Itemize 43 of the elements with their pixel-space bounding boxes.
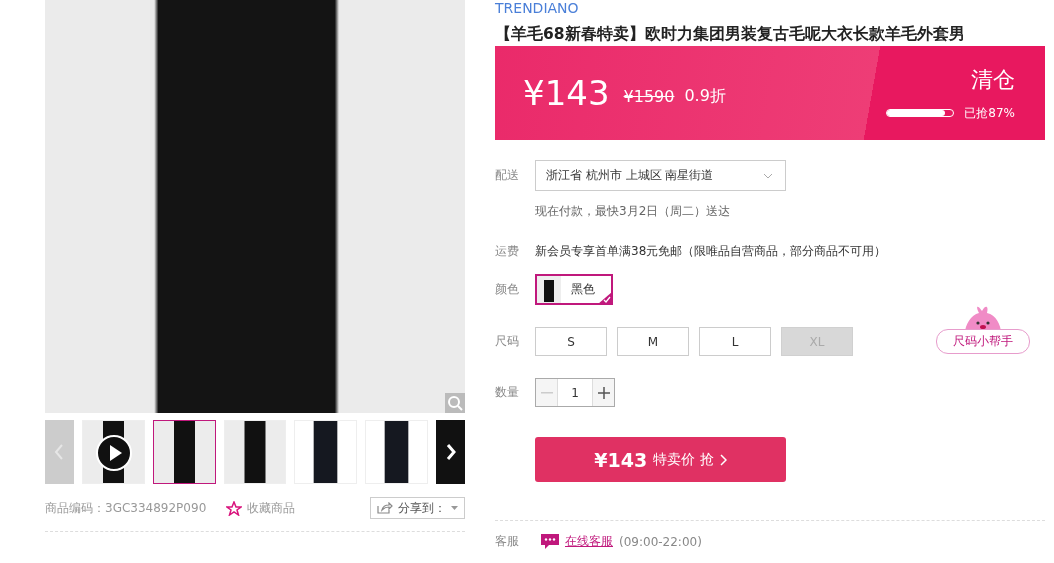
online-service-link[interactable]: 在线客服 [565,533,613,550]
field-label: 客服 [495,533,520,550]
check-icon [598,292,612,304]
caret-icon [451,506,458,510]
field-label: 尺码 [495,333,520,350]
share-button[interactable]: 分享到： [370,497,465,519]
thumbnail[interactable] [152,420,216,484]
sold-percent: 已抢87% [964,104,1015,122]
original-price: ¥1590 [623,86,675,106]
address-dropdown[interactable]: 浙江省 杭州市 上城区 南星街道 [535,160,786,191]
field-label: 数量 [495,384,520,401]
color-option[interactable]: 黑色 [535,274,613,305]
brand-link[interactable]: TRENDIANO [495,0,1045,16]
play-icon[interactable] [95,435,132,471]
quantity-field[interactable]: 1 [557,379,593,406]
chevron-right-icon [445,443,456,461]
sale-price: ¥143 [523,73,610,113]
minus-icon [540,391,553,394]
quantity-stepper[interactable]: 1 [535,378,615,407]
star-icon[interactable] [226,500,243,516]
next-button[interactable] [436,420,465,484]
field-label: 运费 [495,243,520,260]
increase-button[interactable] [593,379,614,406]
service-hours: (09:00-22:00) [619,534,702,549]
delivery-note: 现在付款，最快3月2日（周二）送达 [535,203,732,220]
field-label: 颜色 [495,281,520,298]
size-option[interactable]: S [535,327,607,356]
product-code: 商品编码：3GC334892P090 [45,499,207,517]
size-option[interactable]: L [699,327,771,356]
field-label: 配送 [495,167,520,184]
share-icon [377,502,393,514]
buy-button[interactable]: ¥143 特卖价 抢 [535,437,786,482]
shipping-text: 新会员专享首单满38元免邮（限唯品自营商品，部分商品不可用） [535,243,887,260]
product-title: 【羊毛68新春特卖】欧时力集团男装复古毛呢大衣长款羊毛外套男 [495,24,966,45]
discount-text: 0.9折 [684,85,726,107]
chevron-down-icon [763,172,773,179]
clearance-label: 清仓 [971,65,1015,94]
plus-icon [597,386,610,399]
size-option[interactable]: M [617,327,689,356]
size-helper-button[interactable]: 尺码小帮手 [936,329,1030,354]
chevron-right-icon [719,453,727,466]
chevron-left-icon [54,443,65,461]
chat-icon [541,534,559,549]
